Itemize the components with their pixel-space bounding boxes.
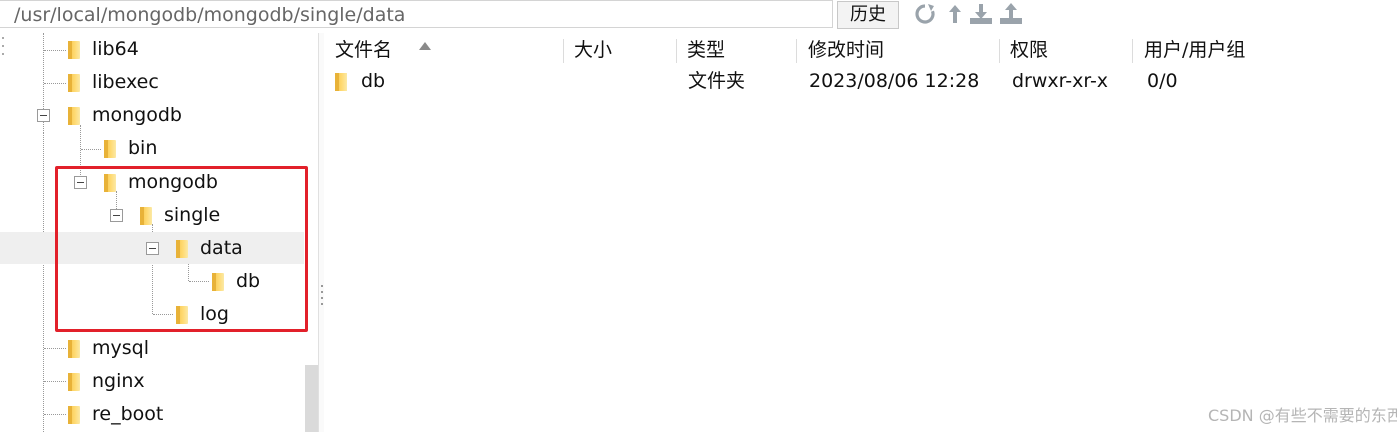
- file-owner: 0/0: [1147, 70, 1178, 92]
- tree-item-label: mongodb: [128, 171, 218, 193]
- tree-item-label: mysql: [92, 337, 149, 359]
- file-modified: 2023/08/06 12:28: [809, 70, 980, 92]
- tree-item-label: data: [200, 237, 243, 259]
- history-button[interactable]: 历史: [837, 1, 899, 29]
- tree-item-log[interactable]: log: [0, 298, 318, 330]
- folder-icon: [68, 41, 80, 59]
- file-row[interactable]: db 文件夹 2023/08/06 12:28 drwxr-xr-x 0/0: [325, 66, 1397, 96]
- folder-icon: [68, 74, 80, 92]
- tree-item-label: re_boot: [92, 403, 164, 425]
- collapse-icon[interactable]: [74, 176, 87, 189]
- tree-item-mongodb-sub[interactable]: mongodb: [0, 166, 318, 198]
- tree-item-db[interactable]: db: [0, 265, 318, 297]
- tree-item-label: mongodb: [92, 104, 182, 126]
- column-header-name[interactable]: 文件名: [335, 33, 563, 66]
- folder-icon: [140, 207, 152, 225]
- tree-item-label: nginx: [92, 370, 145, 392]
- tree-item-mongodb[interactable]: mongodb: [0, 99, 318, 131]
- tree-item-label: single: [164, 204, 221, 226]
- collapse-icon[interactable]: [110, 209, 123, 222]
- folder-icon: [68, 373, 80, 391]
- directory-tree: lib64 libexec mongodb bin mongodb single…: [0, 33, 318, 432]
- up-arrow-icon[interactable]: [942, 2, 968, 26]
- tree-item-label: lib64: [92, 38, 139, 60]
- tree-item-mysql[interactable]: mysql: [0, 332, 318, 364]
- sort-ascending-icon: [419, 42, 431, 50]
- tree-item-lib64[interactable]: lib64: [0, 33, 318, 65]
- tree-scrollbar-thumb[interactable]: [305, 365, 318, 432]
- pane-splitter[interactable]: [318, 33, 324, 432]
- tree-item-single[interactable]: single: [0, 199, 318, 231]
- collapse-icon[interactable]: [37, 109, 50, 122]
- tree-item-label: db: [236, 270, 261, 292]
- watermark: CSDN @有些不需要的东西: [1208, 406, 1397, 425]
- download-icon[interactable]: [968, 2, 994, 26]
- file-name: db: [361, 70, 386, 92]
- column-header-type[interactable]: 类型: [687, 33, 795, 66]
- column-header-owner[interactable]: 用户/用户组: [1144, 33, 1304, 66]
- folder-icon: [68, 107, 80, 125]
- file-type: 文件夹: [688, 70, 746, 92]
- tree-item-data[interactable]: data: [0, 232, 304, 264]
- column-header-size[interactable]: 大小: [574, 33, 674, 66]
- path-input[interactable]: [0, 0, 833, 28]
- folder-icon: [335, 73, 347, 91]
- path-bar: 历史: [0, 0, 1397, 30]
- folder-icon: [176, 240, 188, 258]
- folder-icon: [104, 140, 116, 158]
- file-list: 文件名 大小 类型 修改时间 权限 用户/用户组 db 文件夹 2023/08/…: [325, 33, 1397, 432]
- tree-item-bin[interactable]: bin: [0, 132, 318, 164]
- tree-item-libexec[interactable]: libexec: [0, 66, 318, 98]
- column-header-modified[interactable]: 修改时间: [808, 33, 998, 66]
- folder-icon: [176, 306, 188, 324]
- tree-item-nginx[interactable]: nginx: [0, 365, 318, 397]
- tree-item-label: libexec: [92, 71, 159, 93]
- folder-icon: [104, 174, 116, 192]
- folder-icon: [68, 340, 80, 358]
- tree-item-re-boot[interactable]: re_boot: [0, 398, 318, 430]
- tree-item-label: bin: [128, 137, 158, 159]
- upload-icon[interactable]: [998, 2, 1024, 26]
- collapse-icon[interactable]: [146, 242, 159, 255]
- folder-icon: [212, 273, 224, 291]
- refresh-icon[interactable]: [912, 2, 938, 26]
- tree-item-label: log: [200, 303, 229, 325]
- folder-icon: [68, 406, 80, 424]
- column-header-permissions[interactable]: 权限: [1010, 33, 1130, 66]
- file-permissions: drwxr-xr-x: [1012, 70, 1109, 92]
